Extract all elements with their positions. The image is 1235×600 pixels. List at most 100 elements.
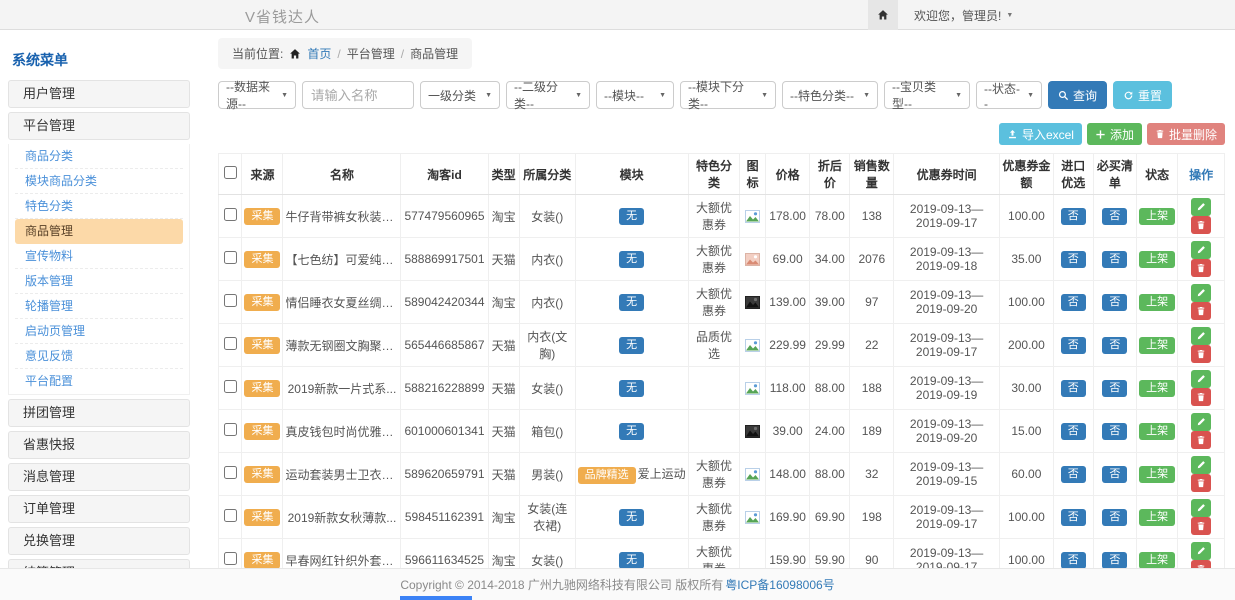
sidebar-item[interactable]: 消息管理 [8, 463, 190, 491]
row-checkbox[interactable] [224, 337, 237, 350]
import-select-badge[interactable]: 否 [1061, 251, 1086, 268]
breadcrumb-home-link[interactable]: 首页 [307, 45, 331, 62]
edit-button[interactable] [1191, 241, 1211, 259]
import-select-badge[interactable]: 否 [1061, 337, 1086, 354]
row-checkbox[interactable] [224, 294, 237, 307]
must-buy-badge[interactable]: 否 [1102, 380, 1127, 397]
sidebar-item[interactable]: 省惠快报 [8, 431, 190, 459]
import-select-badge[interactable]: 否 [1061, 294, 1086, 311]
status-badge[interactable]: 上架 [1139, 294, 1175, 311]
search-button[interactable]: 查询 [1048, 81, 1107, 109]
sidebar-item[interactable]: 模块商品分类 [15, 169, 183, 194]
sidebar-item[interactable]: 意见反馈 [15, 344, 183, 369]
edit-button[interactable] [1191, 198, 1211, 216]
must-buy-badge[interactable]: 否 [1102, 509, 1127, 526]
sidebar-sub-menu: 商品分类模块商品分类特色分类商品管理宣传物料版本管理轮播管理启动页管理意见反馈平… [8, 144, 190, 395]
must-buy-badge[interactable]: 否 [1102, 423, 1127, 440]
filter-select[interactable]: 一级分类▼ [420, 81, 500, 109]
import-select-badge[interactable]: 否 [1061, 380, 1086, 397]
row-checkbox[interactable] [224, 208, 237, 221]
must-buy-badge[interactable]: 否 [1102, 208, 1127, 225]
sidebar-item[interactable]: 用户管理 [8, 80, 190, 108]
delete-button[interactable] [1191, 431, 1211, 449]
status-badge[interactable]: 上架 [1139, 423, 1175, 440]
row-checkbox[interactable] [224, 380, 237, 393]
edit-button[interactable] [1191, 370, 1211, 388]
filter-select[interactable]: --数据来源--▼ [218, 81, 296, 109]
home-button[interactable] [868, 0, 898, 30]
filter-select[interactable]: --模块下分类--▼ [680, 81, 776, 109]
filter-select[interactable]: --宝贝类型--▼ [884, 81, 970, 109]
coupon-amount: 35.00 [999, 238, 1053, 281]
select-all-checkbox[interactable] [224, 166, 237, 179]
delete-button[interactable] [1191, 474, 1211, 492]
coupon-time: 2019-09-13—2019-09-20 [894, 281, 999, 324]
status-badge[interactable]: 上架 [1139, 552, 1175, 569]
delete-button[interactable] [1191, 517, 1211, 535]
reset-button[interactable]: 重置 [1113, 81, 1172, 109]
status-badge[interactable]: 上架 [1139, 509, 1175, 526]
sidebar-item[interactable]: 特色分类 [15, 194, 183, 219]
import-select-badge[interactable]: 否 [1061, 552, 1086, 569]
row-checkbox[interactable] [224, 509, 237, 522]
sidebar-item[interactable]: 商品管理 [15, 219, 183, 244]
status-badge[interactable]: 上架 [1139, 208, 1175, 225]
row-checkbox[interactable] [224, 251, 237, 264]
caret-down-icon: ▼ [1006, 12, 1013, 19]
sidebar-item[interactable]: 拼团管理 [8, 399, 190, 427]
must-buy-badge[interactable]: 否 [1102, 552, 1127, 569]
delete-button[interactable] [1191, 216, 1211, 234]
filter-select[interactable]: --状态--▼ [976, 81, 1042, 109]
edit-button[interactable] [1191, 542, 1211, 560]
coupon-time: 2019-09-13—2019-09-18 [894, 238, 999, 281]
edit-button[interactable] [1191, 413, 1211, 431]
delete-button[interactable] [1191, 302, 1211, 320]
product-category: 内衣(文胸) [519, 324, 575, 367]
edit-button[interactable] [1191, 327, 1211, 345]
import-excel-button[interactable]: 导入excel [999, 123, 1082, 145]
name-search-input[interactable] [302, 81, 414, 109]
status-badge[interactable]: 上架 [1139, 380, 1175, 397]
batch-delete-button[interactable]: 批量删除 [1147, 123, 1225, 145]
status-badge[interactable]: 上架 [1139, 466, 1175, 483]
filter-select[interactable]: --模块--▼ [596, 81, 674, 109]
edit-button[interactable] [1191, 499, 1211, 517]
import-select-badge[interactable]: 否 [1061, 208, 1086, 225]
status-badge[interactable]: 上架 [1139, 337, 1175, 354]
must-buy-badge[interactable]: 否 [1102, 251, 1127, 268]
sidebar-item[interactable]: 轮播管理 [15, 294, 183, 319]
sidebar-item[interactable]: 订单管理 [8, 495, 190, 523]
edit-button[interactable] [1191, 284, 1211, 302]
row-checkbox[interactable] [224, 552, 237, 565]
row-checkbox[interactable] [224, 423, 237, 436]
row-checkbox[interactable] [224, 466, 237, 479]
user-menu[interactable]: 欢迎您，管理员! ▼ [914, 7, 1013, 24]
must-buy-badge[interactable]: 否 [1102, 466, 1127, 483]
must-buy-badge[interactable]: 否 [1102, 337, 1127, 354]
sidebar-item[interactable]: 兑换管理 [8, 527, 190, 555]
coupon-amount: 30.00 [999, 367, 1053, 410]
must-buy-badge[interactable]: 否 [1102, 294, 1127, 311]
sidebar-item[interactable]: 版本管理 [15, 269, 183, 294]
module-cell: 无 [575, 367, 688, 410]
add-button[interactable]: 添加 [1087, 123, 1142, 145]
import-select-badge[interactable]: 否 [1061, 509, 1086, 526]
icp-link[interactable]: 粤ICP备16098006号 [725, 576, 834, 593]
sidebar-item[interactable]: 平台配置 [15, 369, 183, 394]
filter-select[interactable]: --二级分类--▼ [506, 81, 590, 109]
price: 229.99 [765, 324, 810, 367]
filter-select[interactable]: --特色分类--▼ [782, 81, 878, 109]
delete-button[interactable] [1191, 345, 1211, 363]
status-badge[interactable]: 上架 [1139, 251, 1175, 268]
sidebar-item[interactable]: 启动页管理 [15, 319, 183, 344]
pencil-icon [1196, 417, 1206, 427]
sidebar-item[interactable]: 商品分类 [15, 144, 183, 169]
sidebar-item[interactable]: 宣传物料 [15, 244, 183, 269]
source-badge: 采集 [244, 509, 280, 526]
import-select-badge[interactable]: 否 [1061, 466, 1086, 483]
delete-button[interactable] [1191, 388, 1211, 406]
sidebar-item[interactable]: 平台管理 [8, 112, 190, 140]
import-select-badge[interactable]: 否 [1061, 423, 1086, 440]
edit-button[interactable] [1191, 456, 1211, 474]
delete-button[interactable] [1191, 259, 1211, 277]
